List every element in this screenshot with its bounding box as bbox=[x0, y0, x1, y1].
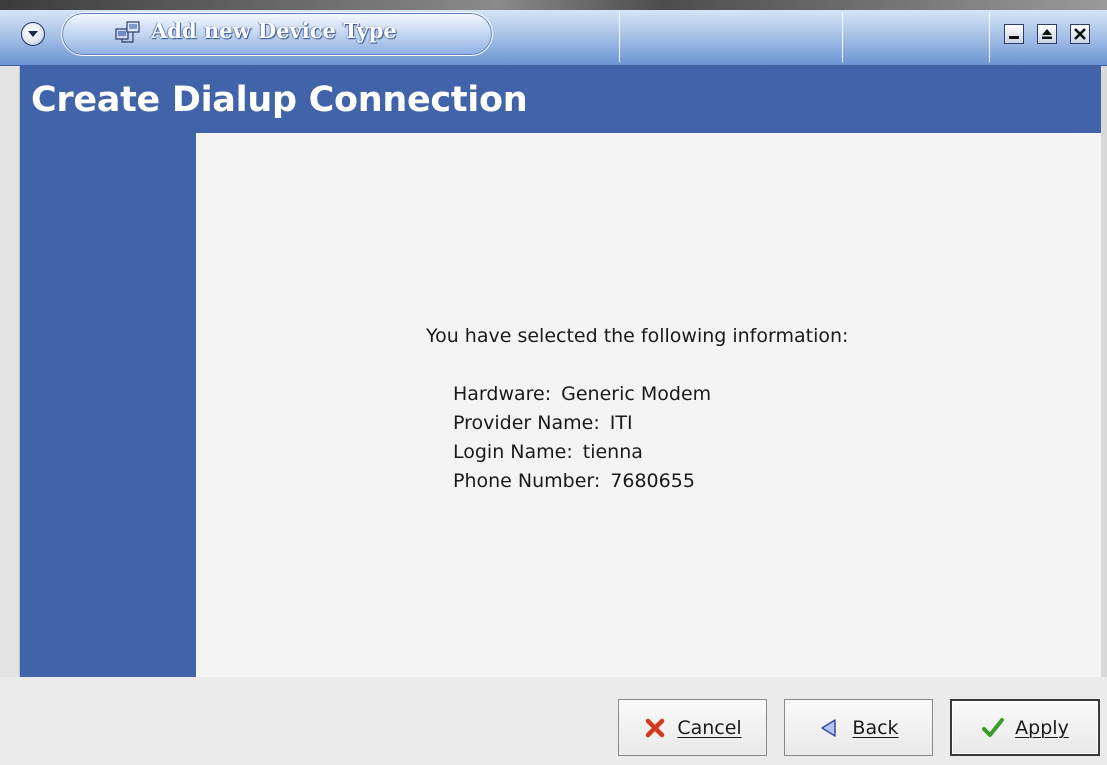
close-button[interactable] bbox=[1070, 24, 1090, 44]
summary-row-hardware: Hardware: Generic Modem bbox=[453, 380, 848, 409]
window-frame-right bbox=[1101, 66, 1107, 765]
title-separator bbox=[619, 12, 620, 62]
summary-block: You have selected the following informat… bbox=[426, 322, 848, 496]
summary-label: Provider Name: bbox=[453, 412, 600, 434]
window-title: Add new Device Type bbox=[151, 18, 397, 43]
back-button[interactable]: Back bbox=[784, 699, 933, 756]
title-separator bbox=[842, 12, 843, 62]
window-menu-button[interactable] bbox=[21, 22, 45, 46]
summary-value: ITI bbox=[609, 412, 633, 434]
window-frame-left bbox=[0, 66, 20, 765]
back-button-label: Back bbox=[852, 716, 899, 739]
close-icon bbox=[1074, 28, 1086, 40]
page-title: Create Dialup Connection bbox=[31, 80, 528, 120]
apply-button-label: Apply bbox=[1015, 716, 1069, 739]
wizard-sidebar bbox=[20, 133, 196, 677]
button-bar: Cancel Back Apply bbox=[0, 677, 1107, 765]
wizard-content: You have selected the following informat… bbox=[196, 133, 1101, 677]
summary-label: Phone Number: bbox=[453, 470, 601, 492]
summary-row-login-name: Login Name: tienna bbox=[453, 438, 848, 467]
wizard-header: Create Dialup Connection bbox=[20, 66, 1101, 133]
x-icon bbox=[646, 718, 665, 737]
cancel-button[interactable]: Cancel bbox=[618, 699, 767, 756]
apply-button[interactable]: Apply bbox=[950, 699, 1100, 756]
title-separator bbox=[989, 12, 990, 62]
network-device-icon bbox=[115, 21, 140, 43]
summary-details: Hardware: Generic Modem Provider Name: ITI… bbox=[453, 380, 848, 496]
maximize-icon bbox=[1042, 29, 1052, 39]
desktop-strip bbox=[0, 0, 1107, 10]
summary-value: tienna bbox=[582, 441, 643, 463]
minimize-icon bbox=[1009, 36, 1019, 39]
minimize-button[interactable] bbox=[1004, 24, 1024, 44]
summary-row-provider-name: Provider Name: ITI bbox=[453, 409, 848, 438]
checkmark-icon bbox=[982, 717, 1005, 737]
summary-intro: You have selected the following informat… bbox=[426, 325, 849, 347]
summary-value: Generic Modem bbox=[561, 383, 712, 405]
cancel-button-label: Cancel bbox=[677, 716, 742, 739]
maximize-button[interactable] bbox=[1037, 24, 1057, 44]
chevron-down-icon bbox=[28, 31, 38, 37]
summary-value: 7680655 bbox=[610, 470, 695, 492]
summary-row-phone-number: Phone Number: 7680655 bbox=[453, 467, 848, 496]
summary-label: Login Name: bbox=[453, 441, 573, 463]
dialog-window: Add new Device Type Create Dialup Connec… bbox=[0, 0, 1107, 765]
title-bar[interactable]: Add new Device Type bbox=[0, 0, 1107, 66]
left-arrow-icon bbox=[821, 718, 837, 737]
summary-label: Hardware: bbox=[453, 383, 552, 405]
